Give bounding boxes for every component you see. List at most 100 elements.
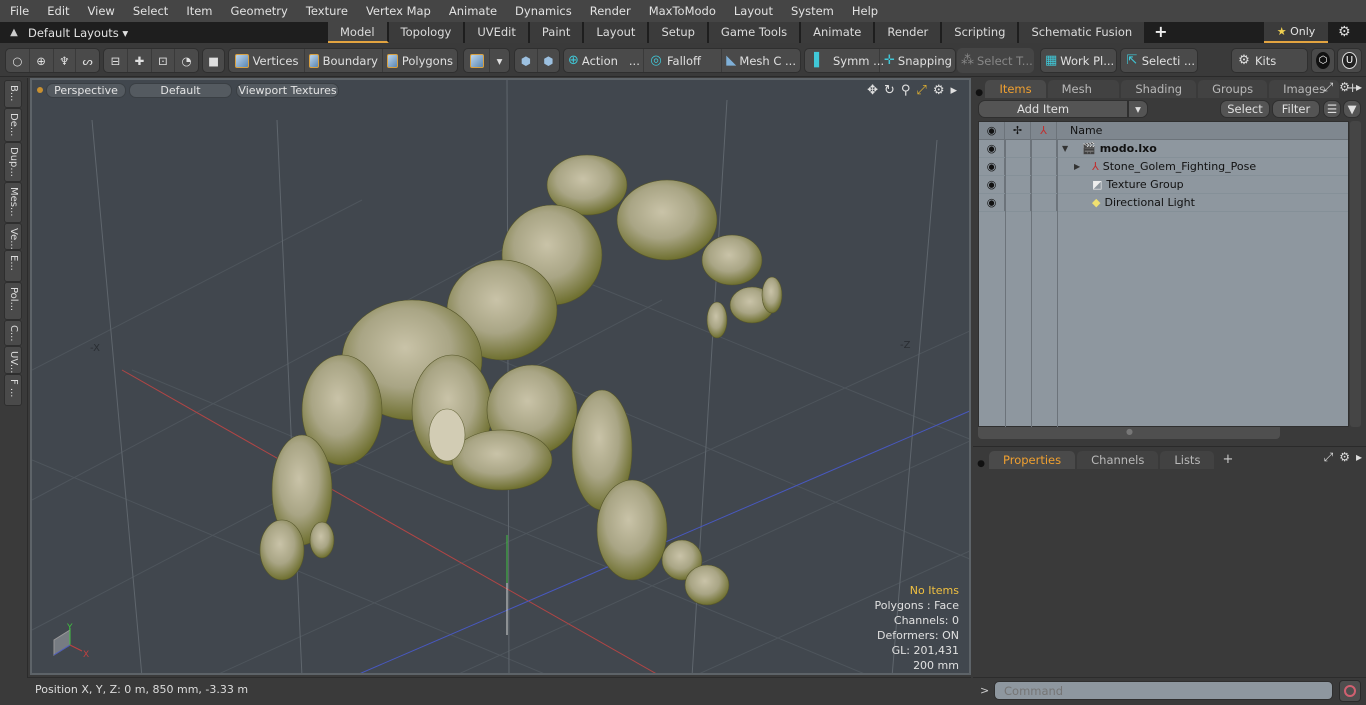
panel-gear-icon[interactable]: ⚙ [1339,450,1350,465]
layout-tab-render[interactable]: Render [875,22,943,43]
left-tab-fusion[interactable]: F ... [4,374,22,406]
panel-dot-icon[interactable]: ● [973,88,985,98]
menu-layout[interactable]: Layout [724,0,781,22]
expand-panel-icon[interactable]: ⤢ [1324,80,1334,95]
scroll-handle-icon[interactable]: ● [1126,427,1133,436]
list-options-icon[interactable]: ☰ [1323,100,1341,118]
unreal-engine-icon[interactable]: U [1338,49,1361,72]
eye-icon[interactable]: ◉ [979,194,1005,211]
layout-tab-paint[interactable]: Paint [529,22,585,43]
eye-icon[interactable]: ◉ [979,176,1005,193]
pivot-icon[interactable]: ⬢ [515,49,538,72]
lock-column-icon[interactable]: ✢ [1005,122,1031,139]
eye-icon[interactable]: ◉ [979,140,1005,157]
left-tab-basic[interactable]: B... [4,80,22,108]
items-vertical-scrollbar[interactable] [1350,121,1361,427]
boundary-button[interactable]: Boundary [305,49,383,72]
symmetry-button[interactable]: ▐ Symm ... [805,49,884,72]
pen-icon[interactable]: ♆ [54,49,77,72]
stone-golem-model[interactable] [259,154,783,606]
polygons-button[interactable]: Polygons [383,49,457,72]
panel-more-icon[interactable]: ▸ [1356,80,1362,95]
menu-animate[interactable]: Animate [439,0,505,22]
add-layout-tab-button[interactable]: + [1146,22,1178,43]
tab-channels[interactable]: Channels [1077,451,1159,469]
add-item-button[interactable]: Add Item [978,100,1128,118]
expand-triangle-icon[interactable]: ▼ [1062,140,1074,158]
falloff-button[interactable]: ◎ Falloff [644,49,722,72]
add-item-dropdown-icon[interactable]: ▾ [1128,100,1148,118]
tab-lists[interactable]: Lists [1160,451,1215,469]
left-tab-mesh-edit[interactable]: Mes... [4,182,22,223]
item-row-mesh[interactable]: ◉ ▶ ⅄ Stone_Golem_Fighting_Pose [979,158,1348,176]
collapse-up-icon[interactable]: ▲ [0,27,28,38]
items-horizontal-scrollbar[interactable]: ● [978,427,1280,439]
maximize-icon[interactable]: ⤢ [916,83,926,98]
viewport-textures-button[interactable]: Viewport Textures [236,83,339,98]
vertices-button[interactable]: Vertices [229,49,305,72]
viewport-gear-icon[interactable]: ⚙ [933,83,945,98]
layout-tab-uvedit[interactable]: UVEdit [465,22,530,43]
left-tab-uv[interactable]: UV... [4,346,22,374]
menu-dynamics[interactable]: Dynamics [505,0,580,22]
menu-file[interactable]: File [0,0,37,22]
shading-style-button[interactable]: Default [129,83,232,98]
left-tab-curve[interactable]: C... [4,320,22,346]
select-button[interactable]: Select [1220,100,1270,118]
panel-dot-icon[interactable]: ● [973,459,989,469]
work-plane-button[interactable]: ▦ Work Pl... [1041,49,1118,72]
layout-tab-game-tools[interactable]: Game Tools [708,22,802,43]
tab-shading[interactable]: Shading [1121,80,1197,98]
uv-cross-icon[interactable]: ✚ [128,49,152,72]
expand-panel-icon[interactable]: ⤢ [1324,450,1334,465]
material-cube-icon[interactable] [464,49,490,72]
modo-cube-icon[interactable]: ⬡ [1312,49,1334,72]
tab-groups[interactable]: Groups [1198,80,1268,98]
filter-button[interactable]: Filter [1272,100,1320,118]
viewport-more-icon[interactable]: ▸ [950,83,957,98]
select-tool-button[interactable]: ⁂ Select T... [957,49,1034,72]
3d-viewport[interactable]: -X -Z Y X Perspective Default Viewport T… [30,78,971,675]
tab-properties[interactable]: Properties [989,451,1076,469]
item-row-texture-group[interactable]: ◉ ◩ Texture Group [979,176,1348,194]
dial-icon[interactable]: ◔ [175,49,198,72]
layout-tab-topology[interactable]: Topology [388,22,466,43]
left-tab-edge[interactable]: E... [4,250,22,282]
menu-item[interactable]: Item [176,0,220,22]
zoom-icon[interactable]: ⚲ [901,83,911,98]
menu-help[interactable]: Help [842,0,886,22]
layout-tab-scripting[interactable]: Scripting [942,22,1020,43]
menu-maxtomodo[interactable]: MaxToModo [639,0,724,22]
layout-gear-icon[interactable]: ⚙ [1338,24,1351,40]
globe-icon[interactable]: ⊕ [30,49,54,72]
menu-view[interactable]: View [78,0,123,22]
default-layouts-dropdown[interactable]: Default Layouts ▾ [28,26,328,40]
item-row-scene[interactable]: ◉ ▼ 🎬 modo.lxo [979,140,1348,158]
panel-gear-icon[interactable]: ⚙ [1339,80,1350,95]
menu-geometry[interactable]: Geometry [221,0,296,22]
eye-icon[interactable]: ◉ [979,158,1005,175]
visibility-column-icon[interactable]: ◉ [979,122,1005,139]
only-favorites-toggle[interactable]: ★ Only [1264,22,1328,43]
layout-tab-model[interactable]: Model [328,22,389,43]
left-tab-duplicate[interactable]: Dup... [4,142,22,182]
mesh-constraint-button[interactable]: ◣ Mesh C ... [722,49,800,72]
viewport-dot-icon[interactable] [37,87,43,93]
layout-tab-setup[interactable]: Setup [649,22,709,43]
collapsed-triangle-icon[interactable]: ▶ [1074,158,1086,176]
item-row-light[interactable]: ◉ ◆ Directional Light [979,194,1348,212]
add-properties-tab-button[interactable]: + [1216,451,1239,469]
menu-texture[interactable]: Texture [296,0,356,22]
type-column-icon[interactable]: ⅄ [1031,122,1057,139]
panel-more-icon[interactable]: ▸ [1356,450,1362,465]
left-tab-polygon[interactable]: Pol... [4,282,22,320]
left-tab-deform[interactable]: De... [4,108,22,142]
command-input[interactable] [994,681,1333,700]
tab-mesh-ops[interactable]: Mesh Ops [1047,80,1120,114]
action-center-button[interactable]: ⊕ Action ... [564,49,644,72]
menu-edit[interactable]: Edit [37,0,77,22]
command-history-button[interactable] [1339,680,1361,702]
menu-select[interactable]: Select [123,0,176,22]
curve-icon[interactable]: ᔕ [76,49,99,72]
tab-items[interactable]: Items [985,80,1046,98]
